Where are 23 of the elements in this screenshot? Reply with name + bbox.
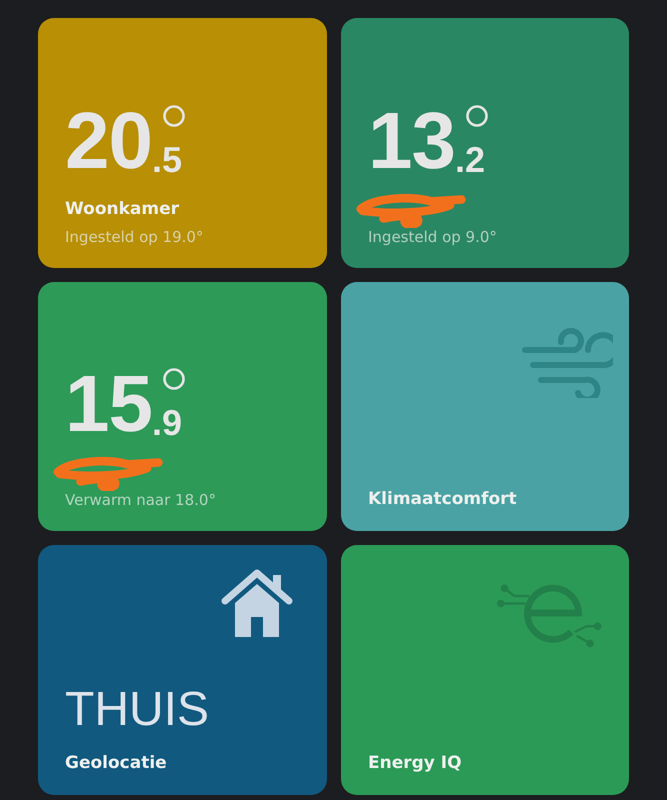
temperature-value: 13 bbox=[368, 110, 455, 172]
degree-icon bbox=[465, 104, 490, 128]
temperature-decimal: .9 bbox=[152, 405, 182, 441]
tile-card[interactable]: 20.5 Woonkamer Ingesteld op 19.0° bbox=[38, 18, 327, 268]
degree-icon bbox=[162, 104, 186, 128]
temperature-decimal: .2 bbox=[454, 142, 486, 178]
temperature-value: 20 bbox=[65, 110, 152, 172]
tile-card[interactable]: Klimaatcomfort bbox=[341, 282, 629, 531]
setpoint-text: Ingesteld op 9.0° bbox=[368, 228, 498, 246]
tile-card[interactable]: Energy IQ bbox=[341, 545, 629, 795]
tile-title: Energy IQ bbox=[368, 753, 463, 773]
tile-card[interactable]: 15.9 Verwarm naar 18.0° bbox=[38, 282, 327, 531]
tile-card[interactable]: 13.2 Ingesteld op 9.0° bbox=[341, 18, 629, 268]
tile-title: Geolocatie bbox=[65, 753, 168, 773]
temperature-decimal: .5 bbox=[152, 142, 182, 178]
temperature-value: 15 bbox=[65, 373, 152, 435]
presence-status: THUIS bbox=[65, 685, 210, 735]
degree-icon bbox=[162, 367, 186, 391]
tile-title: Klimaatcomfort bbox=[368, 489, 518, 509]
setpoint-text: Verwarm naar 18.0° bbox=[65, 491, 217, 509]
tile-card[interactable]: THUIS Geolocatie bbox=[38, 545, 327, 795]
setpoint-text: Ingesteld op 19.0° bbox=[65, 228, 204, 246]
tile-title: Woonkamer bbox=[65, 199, 180, 219]
